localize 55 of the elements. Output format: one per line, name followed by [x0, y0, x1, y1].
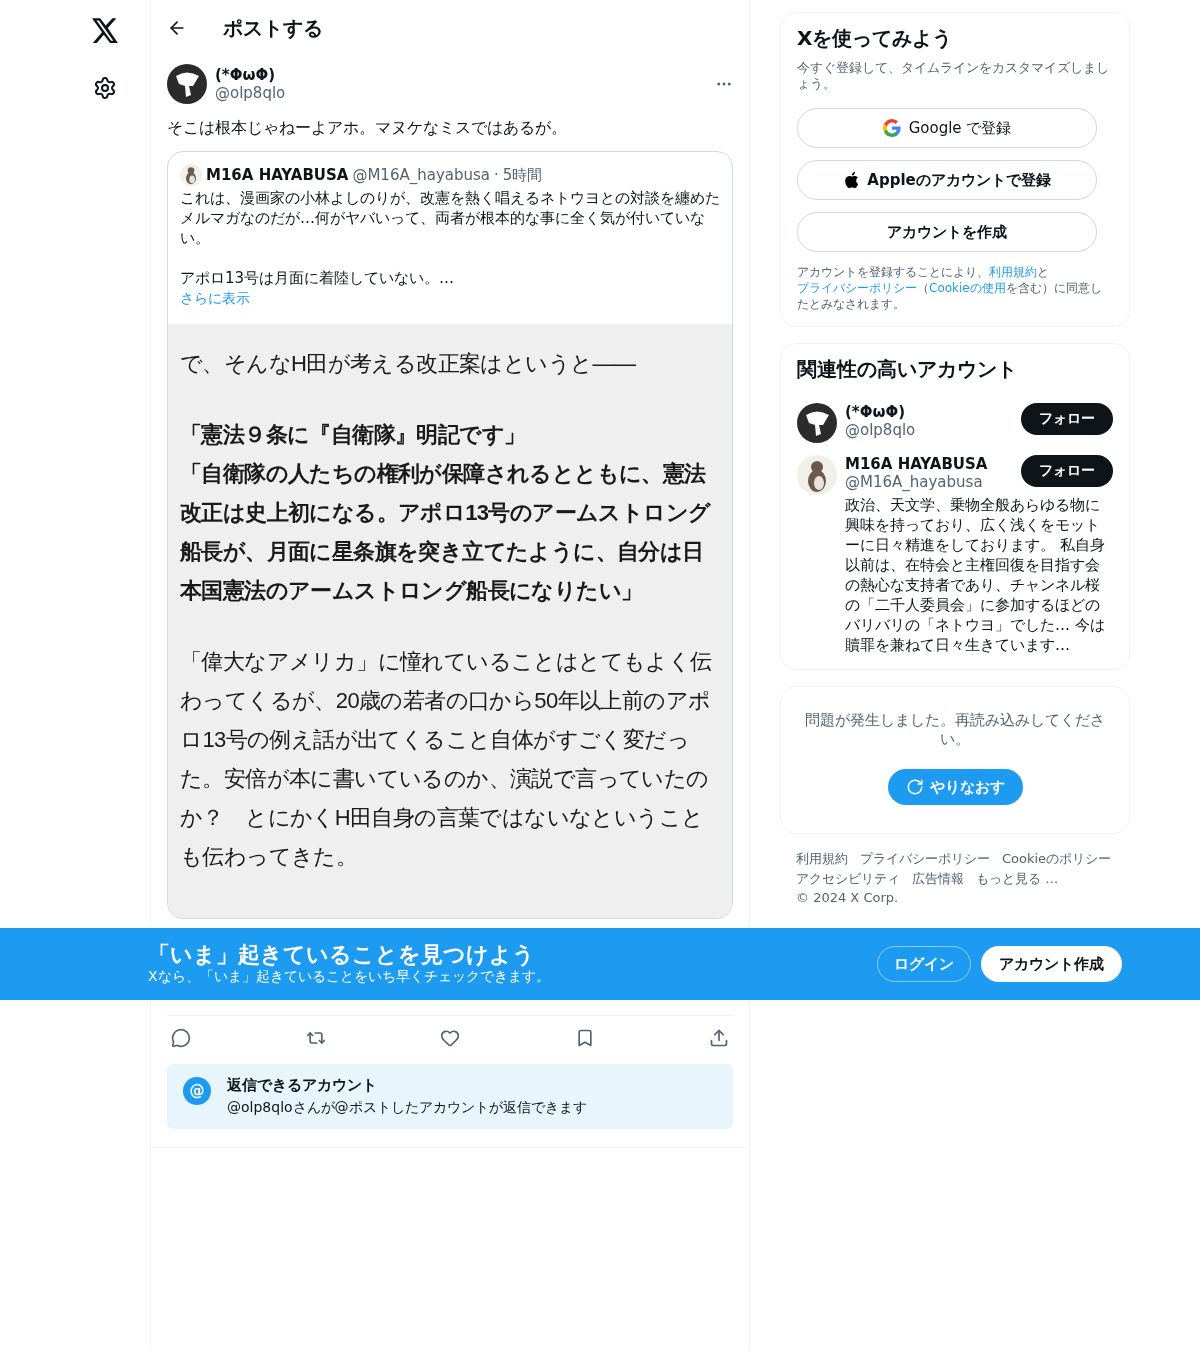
footer-link[interactable]: もっと見る … [976, 870, 1059, 888]
card-title: 関連性の高いアカウント [797, 356, 1018, 383]
like-button[interactable] [440, 1028, 460, 1048]
bird-avatar-icon[interactable] [797, 455, 837, 495]
post-text: そこは根本じゃねーよアホ。マヌケなミスではあるが。 [167, 118, 568, 139]
banner-title: 「いま」起きていることを見つけよう [148, 942, 536, 968]
banner-subtitle: Xなら、「いま」起きていることをいち早くチェックできます。 [148, 968, 551, 986]
quote-author-handle: @M16A_hayabusa [352, 166, 490, 184]
settings-icon[interactable] [93, 76, 117, 100]
document-text: で、そんなH田が考える改正案はというと―― [180, 350, 637, 378]
quoted-post[interactable] [167, 151, 733, 919]
reply-button[interactable] [171, 1028, 191, 1048]
card-title: Xを使ってみよう [797, 25, 954, 52]
quote-text: これは、漫画家の小林よしのりが、改憲を熱く唱えるネトウヨとの対談を纏めたメルマガなのだが…何がヤバいって、両者が根本的な事に全く気が付いていない。 [180, 188, 720, 248]
separator-dot: · [494, 166, 499, 184]
create-account-button[interactable]: アカウント作成 [981, 946, 1122, 982]
signup-button[interactable]: Appleのアカウントで登録 [797, 160, 1097, 200]
legal-text: アカウントを登録することにより、利用規約 と プライバシーポリシー（Cookieの使用を含む）に同意したとみなされます。 [797, 264, 1103, 312]
x-logo-icon[interactable] [91, 17, 119, 43]
google-icon [882, 119, 901, 137]
document-text: 「自衛隊の人たちの権利が保障されるとともに、憲法改正は史上初になる。アポロ13号のアームストロング船長が、月面に星条旗を突き立てたように、自分は日本国憲法のアームストロング船長になりたい」 [180, 460, 712, 605]
quote-text: アポロ13号は月面に着陸していない。… [180, 268, 456, 288]
author-handle[interactable]: @olp8qlo [215, 84, 707, 102]
document-text: 「偉大なアメリカ」に憧れていることはとてもよく伝わってくるが、20歳の若者の口から50年以上前のアポロ13号の例え話が出てくること自体がすごく変だった。安倍が本に書いているのか、演説で言っていたのか？ とにかくH田自身の言葉ではないなということも伝わってきた。 [180, 648, 713, 871]
card-subtitle: 今すぐ登録して、タイムラインをカスタマイズしましょう。 [797, 60, 1110, 92]
at-sign-icon: @ [183, 1077, 211, 1105]
error-message: 問題が発生しました。再読み込みしてください。 [805, 711, 1105, 749]
document-text: 「憲法９条に『自衛隊』明記です」 [180, 421, 527, 449]
follow-button[interactable]: フォロー [1021, 455, 1113, 487]
page-title: ポストする [223, 14, 323, 42]
author-name[interactable]: (*ΦωΦ) [215, 66, 707, 84]
notice-text: @olp8qloさんが@ポストしたアカウントが返信できます [227, 1099, 587, 1117]
follow-button[interactable]: フォロー [1021, 403, 1113, 435]
account-bio: 政治、天文学、乗物全般あらゆる物に興味を持っており、広く浅くをモットーに日々精進をしております。 私自身以前は、在特会と主権回復を目指す会の熱心な支持者であり、チャンネル桜の「二千人委員会」に参加するほどのバリバリの「ネトウヨ」でした… 今は贖罪を兼ねて日々生きています… [845, 495, 1106, 655]
bird-avatar-icon[interactable] [180, 164, 202, 186]
avatar-icon[interactable] [797, 403, 837, 443]
footer-link[interactable]: 利用規約 [796, 850, 848, 868]
apple-icon [843, 171, 860, 189]
footer-link[interactable]: アクセシビリティ [796, 870, 900, 888]
refresh-icon [905, 778, 924, 796]
account-name[interactable]: (*ΦωΦ) [845, 403, 1021, 421]
account-name[interactable]: M16A HAYABUSA [845, 455, 1021, 473]
footer-link[interactable]: 広告情報 [912, 870, 964, 888]
account-handle[interactable]: @M16A_hayabusa [845, 473, 1021, 491]
signup-button[interactable]: アカウントを作成 [797, 212, 1097, 252]
share-button[interactable] [709, 1028, 729, 1048]
notice-title: 返信できるアカウント [227, 1076, 378, 1095]
footer-link[interactable]: Cookieのポリシー [1002, 850, 1112, 868]
post-time: 5時間 [502, 165, 543, 185]
quote-author-name: M16A HAYABUSA [206, 166, 349, 184]
account-handle[interactable]: @olp8qlo [845, 421, 1021, 439]
signup-button[interactable]: Google で登録 [797, 108, 1097, 148]
copyright-text: © 2024 X Corp. [796, 890, 899, 905]
footer-link[interactable]: プライバシーポリシー [860, 850, 990, 868]
avatar-icon[interactable] [167, 64, 207, 104]
